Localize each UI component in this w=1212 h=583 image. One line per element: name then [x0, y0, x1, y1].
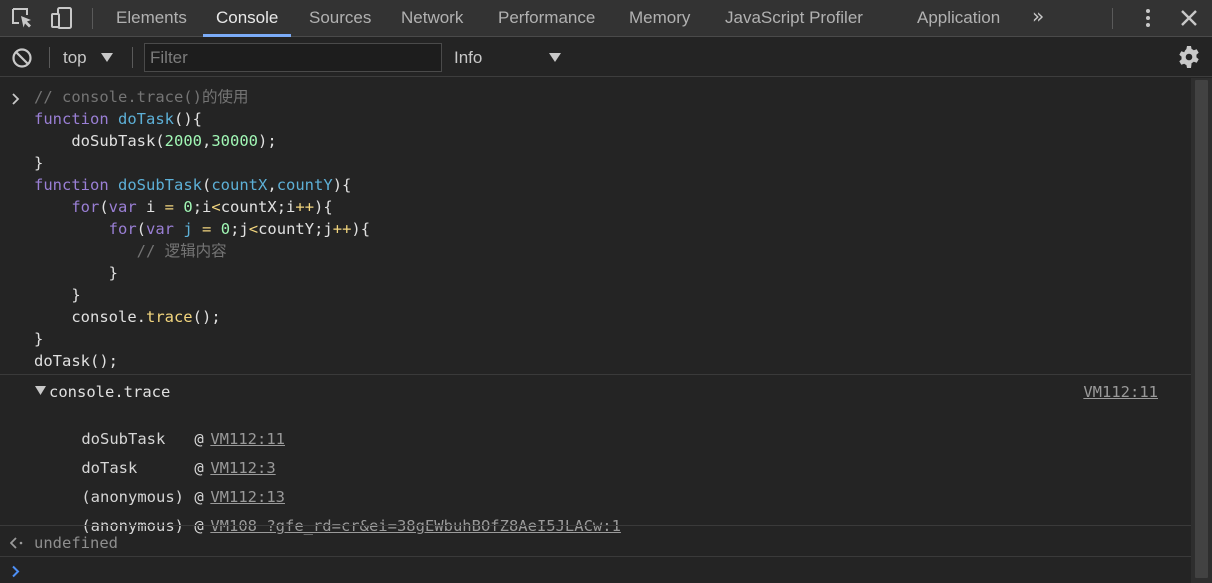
- code-line: }: [34, 154, 44, 172]
- filter-input[interactable]: [144, 43, 442, 72]
- close-icon[interactable]: [1178, 7, 1200, 29]
- input-prompt-icon[interactable]: [11, 565, 21, 578]
- inspect-element-icon[interactable]: [11, 7, 35, 29]
- tab-network[interactable]: Network: [401, 0, 463, 37]
- console-toolbar: top Info: [0, 38, 1212, 77]
- tab-sources[interactable]: Sources: [309, 0, 371, 37]
- kebab-menu-icon[interactable]: [1138, 6, 1158, 30]
- stack-frame: doTask @ VM112:3: [44, 435, 275, 477]
- code-line: }: [34, 264, 118, 282]
- toolbar-divider: [49, 47, 50, 68]
- more-tabs-icon[interactable]: »: [1032, 4, 1044, 28]
- code-line: // console.trace()的使用: [34, 86, 248, 108]
- dropdown-arrow-icon[interactable]: [101, 53, 113, 63]
- code-line: // 逻辑内容: [34, 240, 227, 262]
- expand-caret-icon[interactable]: [35, 386, 46, 396]
- frame-location-link[interactable]: VM108 ?gfe_rd=cr&ei=38gEWbuhBOfZ8AeI5JLA…: [210, 517, 621, 535]
- stack-frame: (anonymous) @ VM112:13: [44, 464, 285, 506]
- settings-gear-icon[interactable]: [1177, 45, 1201, 69]
- input-prompt-icon: [12, 93, 20, 105]
- toolbar-divider: [132, 47, 133, 68]
- toolbar-divider: [92, 8, 93, 29]
- return-value-icon: [10, 537, 23, 549]
- entry-divider: [0, 525, 1191, 526]
- dropdown-arrow-icon[interactable]: [549, 53, 561, 63]
- stack-frame: doSubTask @ VM112:11: [44, 406, 285, 448]
- code-comment: // console.trace()的使用: [34, 88, 249, 106]
- code-line: for(var i = 0;i<countX;i++){: [71, 198, 333, 216]
- device-toolbar-icon[interactable]: [50, 7, 74, 29]
- code-line: console.trace();: [34, 308, 221, 326]
- tab-elements[interactable]: Elements: [116, 0, 187, 37]
- toolbar-divider: [1112, 8, 1113, 29]
- entry-divider: [0, 374, 1191, 375]
- code-line: function doTask(){: [34, 110, 202, 128]
- code-line: for(var j = 0;j<countY;j++){: [108, 220, 371, 238]
- tab-performance[interactable]: Performance: [498, 0, 595, 37]
- code-comment: // 逻辑内容: [136, 242, 227, 260]
- log-level-selector[interactable]: Info: [454, 38, 482, 77]
- code-line: doSubTask(2000,30000);: [71, 132, 277, 150]
- frame-at: @: [194, 517, 204, 535]
- context-selector[interactable]: top: [63, 38, 87, 77]
- clear-console-icon[interactable]: [11, 47, 33, 69]
- code-line: function doSubTask(countX,countY){: [34, 176, 352, 194]
- trace-group-title[interactable]: console.trace: [49, 381, 170, 403]
- code-line: }: [34, 286, 81, 304]
- tab-console[interactable]: Console: [216, 0, 278, 37]
- stack-frame: (anonymous) @ VM108 ?gfe_rd=cr&ei=38gEWbuh…: [44, 493, 621, 535]
- code-line: doTask();: [34, 352, 118, 370]
- code-line: }: [34, 330, 44, 348]
- tab-application[interactable]: Application: [917, 0, 1000, 37]
- tab-memory[interactable]: Memory: [629, 0, 690, 37]
- tab-javascript-profiler[interactable]: JavaScript Profiler: [725, 0, 863, 37]
- entry-divider: [0, 556, 1191, 557]
- return-value: undefined: [34, 534, 118, 552]
- console-scrollbar[interactable]: [1191, 78, 1212, 583]
- scrollbar-thumb[interactable]: [1195, 80, 1208, 578]
- devtools-tabbar: Elements Console Sources Network Perform…: [0, 0, 1212, 37]
- console-output[interactable]: // console.trace()的使用 function doTask(){…: [0, 78, 1191, 583]
- active-tab-indicator: [203, 34, 291, 37]
- trace-source-link[interactable]: VM112:11: [1083, 381, 1158, 403]
